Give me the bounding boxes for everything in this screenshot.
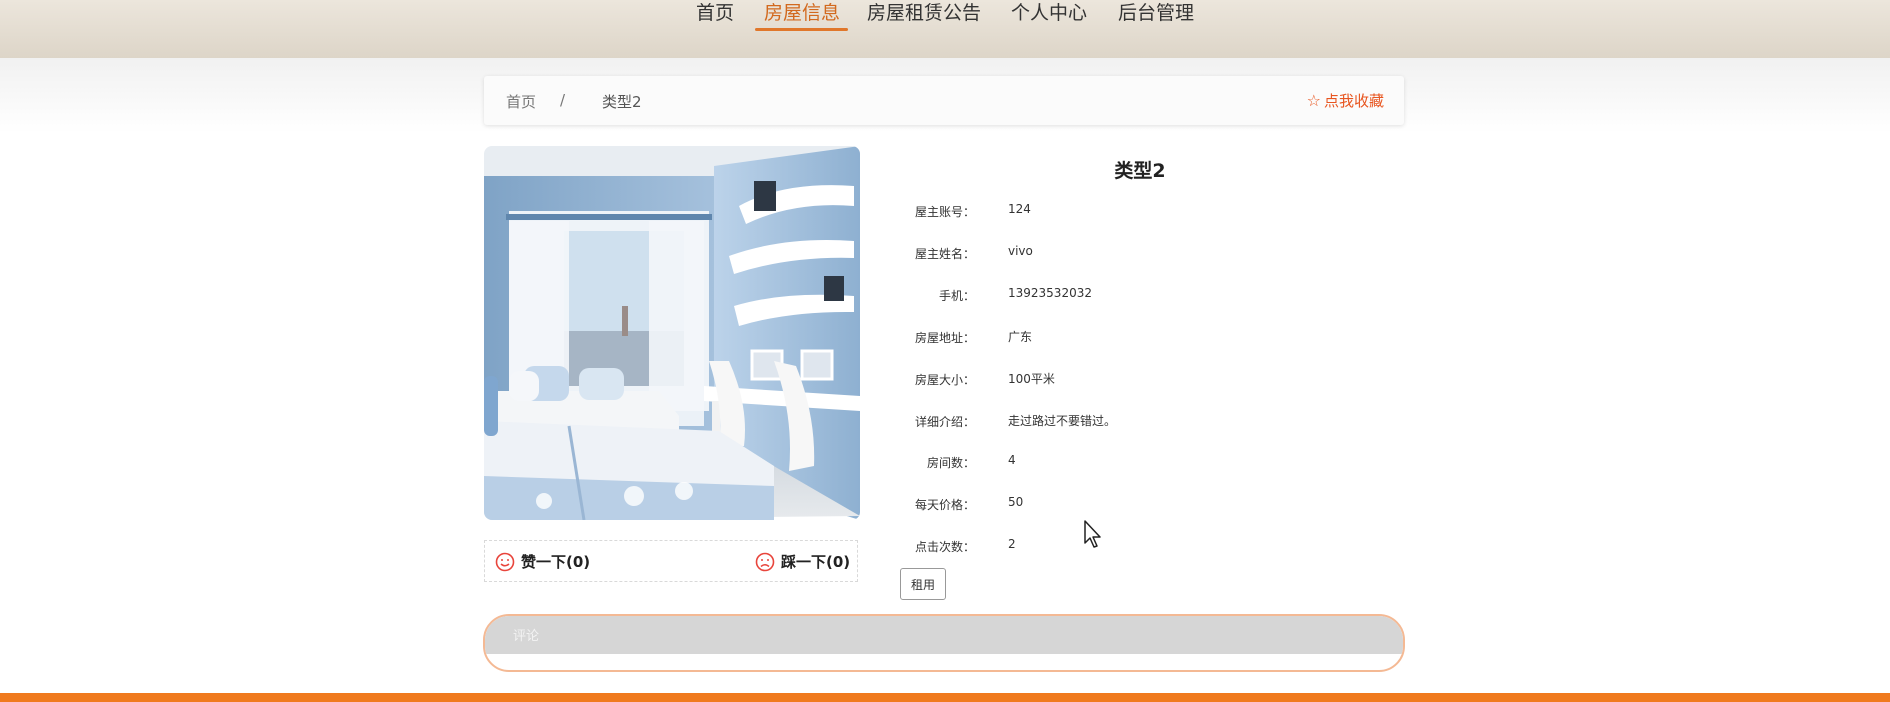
description-value: 走过路过不要错过。 xyxy=(1008,414,1117,428)
nav-item-personal-center[interactable]: 个人中心 xyxy=(1011,0,1087,26)
comments-header: 评论 xyxy=(485,616,1403,654)
daily-price-label: 每天价格： xyxy=(914,498,975,512)
footer-strip xyxy=(0,693,1890,702)
comments-section: 评论 xyxy=(483,614,1405,672)
vote-bar: 赞一下(0) 踩一下(0) xyxy=(484,540,858,582)
nav-item-home[interactable]: 首页 xyxy=(696,0,734,26)
room-count-value: 4 xyxy=(1008,453,1016,467)
room-count-label: 房间数： xyxy=(926,456,975,470)
owner-account-value: 124 xyxy=(1008,202,1031,216)
like-label: 赞一下(0) xyxy=(521,553,591,571)
breadcrumb-separator: / xyxy=(560,91,566,109)
top-nav-bar: 首页 房屋信息 房屋租赁公告 个人中心 后台管理 xyxy=(0,0,1890,58)
rent-button[interactable]: 租用 xyxy=(900,568,946,600)
nav-item-admin[interactable]: 后台管理 xyxy=(1118,0,1194,26)
description-label: 详细介绍： xyxy=(914,415,975,429)
comments-label: 评论 xyxy=(513,629,540,644)
owner-account-label: 屋主账号： xyxy=(914,205,975,219)
star-outline-icon: ☆ xyxy=(1306,91,1321,110)
mouse-cursor-icon xyxy=(1084,520,1101,548)
breadcrumb-home[interactable]: 首页 xyxy=(506,91,536,112)
address-label: 房屋地址： xyxy=(914,331,975,345)
house-title: 类型2 xyxy=(1114,160,1166,182)
phone-value: 13923532032 xyxy=(1008,286,1092,300)
address-value: 广东 xyxy=(1008,330,1033,344)
owner-name-label: 屋主姓名： xyxy=(914,247,975,261)
logo xyxy=(205,0,325,4)
nav-item-house-info[interactable]: 房屋信息 xyxy=(764,0,840,26)
click-count-value: 2 xyxy=(1008,537,1016,551)
click-count-label: 点击次数： xyxy=(914,540,975,554)
daily-price-value: 50 xyxy=(1008,495,1024,509)
breadcrumb-current: 类型2 xyxy=(602,93,642,111)
house-size-value: 100平米 xyxy=(1008,372,1055,386)
phone-label: 手机： xyxy=(938,289,975,303)
house-photo xyxy=(484,146,860,520)
frown-icon xyxy=(755,552,775,571)
house-size-label: 房屋大小： xyxy=(914,373,975,387)
breadcrumb: 首页 / 类型2 ☆ 点我收藏 xyxy=(484,76,1404,125)
smile-icon xyxy=(495,552,515,571)
like-button[interactable]: 赞一下(0) xyxy=(495,551,590,572)
dislike-button[interactable]: 踩一下(0) xyxy=(755,551,850,572)
bedroom-illustration xyxy=(484,146,860,520)
favorite-button[interactable]: ☆ 点我收藏 xyxy=(1307,90,1384,111)
nav-item-rental-notice[interactable]: 房屋租赁公告 xyxy=(867,0,981,26)
nav-active-indicator xyxy=(755,28,848,31)
owner-name-value: vivo xyxy=(1008,244,1033,258)
favorite-label: 点我收藏 xyxy=(1323,92,1384,110)
page: 首页 房屋信息 房屋租赁公告 个人中心 后台管理 首页 / 类型2 ☆点我收藏 xyxy=(0,0,1890,702)
dislike-label: 踩一下(0) xyxy=(781,553,851,571)
